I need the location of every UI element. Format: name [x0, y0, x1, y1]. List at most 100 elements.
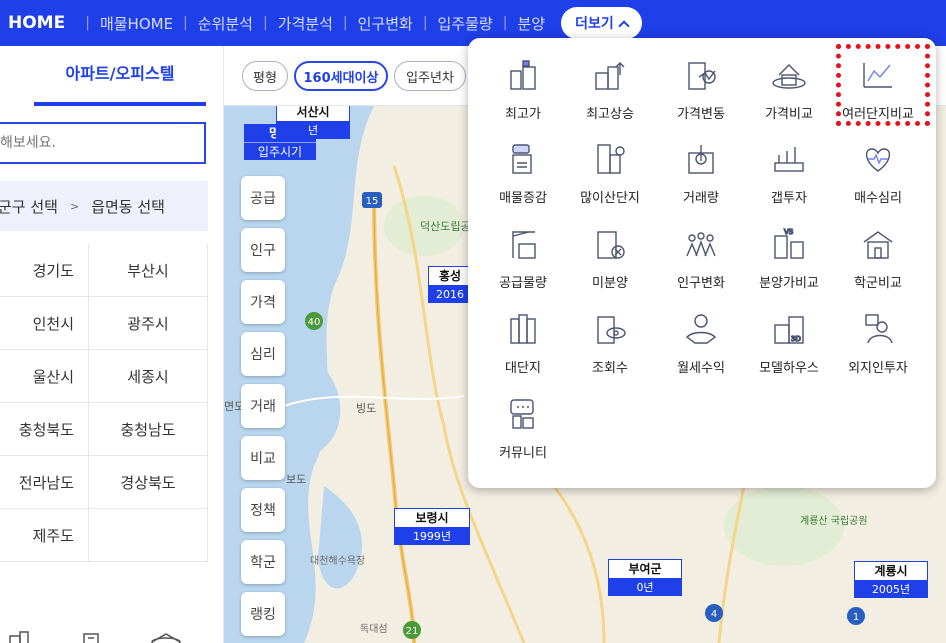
crane-supply-icon	[512, 231, 536, 259]
highlight-box	[836, 44, 930, 126]
dropdown-item-view-count[interactable]: 조회수	[565, 298, 655, 378]
side-menu-population[interactable]: 인구	[241, 228, 285, 272]
nav-item-price[interactable]: 가격분석	[278, 13, 333, 34]
dropdown-item-listing-change[interactable]: 매물증감	[478, 128, 568, 208]
nav-separator: |	[422, 15, 428, 31]
side-menu-price[interactable]: 가격	[241, 280, 285, 324]
nav-separator: |	[502, 15, 508, 31]
side-menu-ranking[interactable]: 랭킹	[241, 592, 285, 636]
dropdown-item-label: 인구변화	[677, 276, 725, 291]
region-item[interactable]: 충청북도	[0, 403, 89, 456]
chevron-up-icon	[618, 19, 630, 32]
building-arrow-up-icon	[595, 62, 625, 90]
dropdown-item-label: 가격변동	[677, 107, 725, 122]
dropdown-item-gap-invest[interactable]: 갭투자	[744, 128, 834, 208]
dropdown-item-label: 미분양	[592, 276, 628, 291]
bottom-icon-row	[9, 631, 181, 643]
region-item[interactable]: 전라남도	[0, 456, 89, 509]
big-complex-icon	[510, 314, 536, 344]
region-arrow: >	[69, 199, 80, 213]
side-menu-supply[interactable]: 공급	[241, 176, 285, 220]
dropdown-item-rent-income[interactable]: 월세수익	[656, 298, 746, 378]
search-input[interactable]	[0, 135, 204, 151]
view-count-icon	[597, 316, 626, 344]
side-menu-compare[interactable]: 비교	[241, 436, 285, 480]
filter-pyeong[interactable]: 평형	[242, 61, 288, 91]
map-marker-gyeryong[interactable]: 계룡시 2005년	[854, 561, 928, 598]
nav-item-presale[interactable]: 분양	[517, 13, 545, 34]
dropdown-item-heart-pulse[interactable]: 매수심리	[833, 128, 923, 208]
dropdown-item-label: 최고가	[505, 107, 541, 122]
rent-income-icon	[685, 314, 717, 344]
tab-apartment[interactable]: 아파트/오피스텔	[34, 46, 206, 106]
dropdown-item-label: 외지인투자	[848, 361, 908, 376]
building-chart-icon	[83, 633, 99, 643]
dropdown-item-outside-investor[interactable]: 외지인투자	[833, 298, 923, 378]
map-marker-boryeong[interactable]: 보령시 1999년	[394, 508, 470, 545]
dropdown-item-building-thumbs-up[interactable]: 최고가	[478, 44, 568, 124]
dropdown-item-house-compare[interactable]: 가격비교	[744, 44, 834, 124]
region-gu-select[interactable]: 군구 선택	[0, 196, 58, 217]
dropdown-item-label: 공급물량	[499, 276, 547, 291]
nav-home[interactable]: HOME	[8, 13, 65, 33]
region-dong-select[interactable]: 읍면동 선택	[91, 196, 165, 217]
dropdown-item-population[interactable]: 인구변화	[656, 213, 746, 293]
place-label: 계룡산 국립공원	[800, 514, 868, 527]
unsold-building-icon	[597, 231, 625, 259]
region-item[interactable]: 경기도	[0, 244, 89, 297]
dropdown-item-buildings-sold[interactable]: 많이산단지	[565, 128, 655, 208]
dropdown-item-building-arrow-up[interactable]: 최고상승	[565, 44, 655, 124]
search-box[interactable]	[0, 122, 206, 164]
marker-name: 계룡시	[854, 561, 928, 581]
dropdown-item-building-chart[interactable]: 가격변동	[656, 44, 746, 124]
road-4-label: 4	[711, 609, 717, 620]
side-menu-sentiment[interactable]: 심리	[241, 332, 285, 376]
region-item-empty	[89, 509, 208, 562]
filter-move-in-years[interactable]: 입주년차	[394, 61, 466, 91]
region-item[interactable]: 부산시	[89, 244, 208, 297]
region-item[interactable]: 세종시	[89, 350, 208, 403]
side-menu-policy[interactable]: 정책	[241, 488, 285, 532]
dropdown-item-label: 커뮤니티	[499, 446, 547, 461]
buildings-sold-icon	[597, 144, 625, 174]
region-item[interactable]: 광주시	[89, 297, 208, 350]
side-menu-trade[interactable]: 거래	[241, 384, 285, 428]
nav-item-rank[interactable]: 순위분석	[198, 13, 253, 34]
dropdown-item-model-house[interactable]: 3D 모델하우스	[744, 298, 834, 378]
nav-item-listings[interactable]: 매물HOME	[100, 13, 173, 34]
dropdown-item-trade-volume[interactable]: 거래량	[656, 128, 746, 208]
dropdown-item-label: 분양가비교	[759, 276, 819, 291]
nav-item-supply[interactable]: 입주물량	[438, 13, 493, 34]
region-item[interactable]: 제주도	[0, 509, 89, 562]
road-badge: 21	[403, 621, 421, 639]
marker-year: 1999년	[412, 530, 452, 543]
map-marker-hongseong[interactable]: 홍성 2016	[428, 266, 472, 303]
place-label: 빙도	[356, 402, 376, 415]
region-selector[interactable]: 군구 선택 > 읍면동 선택	[0, 181, 208, 231]
more-button[interactable]: 더보기	[561, 7, 642, 39]
nav-item-population[interactable]: 인구변화	[358, 13, 413, 34]
building-icon	[9, 631, 29, 643]
dropdown-item-label: 모델하우스	[759, 361, 819, 376]
dropdown-item-big-complex[interactable]: 대단지	[478, 298, 568, 378]
nav-separator: |	[183, 15, 188, 31]
dropdown-item-crane-supply[interactable]: 공급물량	[478, 213, 568, 293]
map-marker-buyeo[interactable]: 부여군 0년	[608, 559, 682, 596]
nav-separator: |	[342, 15, 348, 31]
dropdown-item-presale-compare[interactable]: VS 분양가비교	[744, 213, 834, 293]
dropdown-item-community[interactable]: 커뮤니티	[478, 383, 568, 463]
dropdown-item-unsold-building[interactable]: 미분양	[565, 213, 655, 293]
marker-name: 서산시	[276, 106, 350, 122]
dropdown-item-label: 매물증감	[499, 191, 547, 206]
filter-160-households[interactable]: 160세대이상	[294, 61, 388, 91]
region-item[interactable]: 인천시	[0, 297, 89, 350]
region-item[interactable]: 경상북도	[89, 456, 208, 509]
building-chart-icon	[688, 62, 716, 90]
road-21-label: 21	[406, 626, 419, 637]
side-menu-school[interactable]: 학군	[241, 540, 285, 584]
region-item[interactable]: 충청남도	[89, 403, 208, 456]
dropdown-item-school[interactable]: 학군비교	[833, 213, 923, 293]
map-marker-seosan[interactable]: 서산시 년	[276, 106, 350, 139]
region-item[interactable]: 울산시	[0, 350, 89, 403]
road-badge: 15	[362, 192, 382, 208]
